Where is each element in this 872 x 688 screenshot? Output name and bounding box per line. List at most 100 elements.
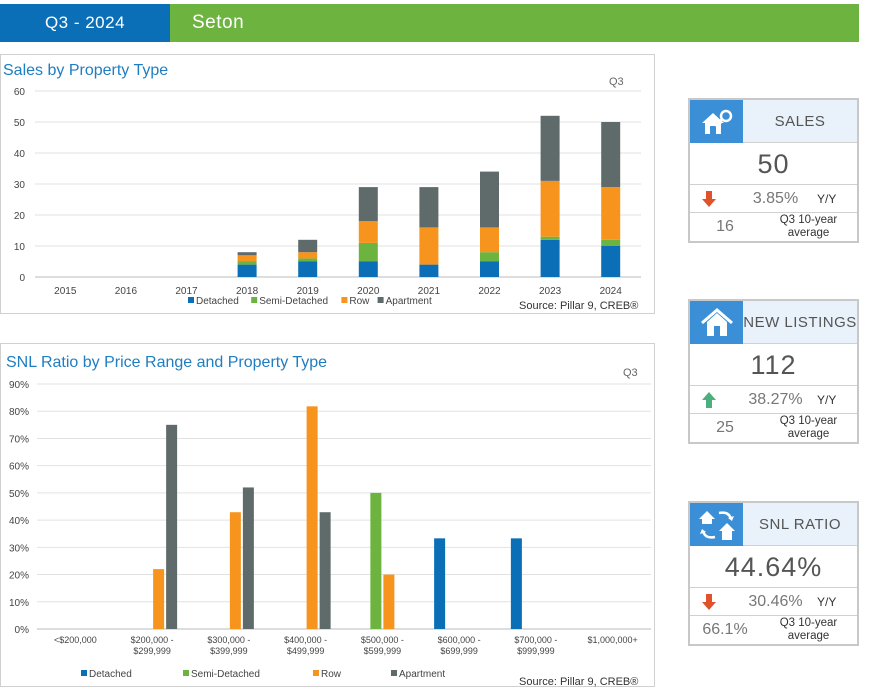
kpi-sales-avg-label: Q3 10-year average	[779, 214, 838, 239]
snl-y-tick-label: 20%	[9, 571, 29, 582]
sales-bar-detached	[601, 246, 621, 277]
sales-x-tick-label: 2022	[478, 286, 501, 297]
sales-bar-apartment	[480, 171, 499, 228]
sales-x-tick-label: 2024	[600, 286, 623, 297]
kpi-new-listings-value: 112	[690, 344, 857, 386]
snl-legend-swatch	[313, 670, 319, 676]
snl-bar-row	[383, 574, 395, 629]
sales-bar-apartment	[419, 187, 439, 228]
sales-bar-apartment	[298, 239, 318, 253]
kpi-card-new-listings: NEW LISTINGS 112 38.27% Y/Y 25 Q3 10-yea…	[688, 299, 859, 444]
snl-y-tick-label: 40%	[9, 516, 29, 527]
kpi-sales-value: 50	[690, 143, 857, 185]
sales-legend-swatch	[341, 297, 348, 303]
sales-bar-detached	[358, 261, 378, 277]
sales-bar-apartment	[358, 187, 378, 222]
snl-x-tick-label: $499,999	[287, 646, 325, 656]
snl-x-tick-label: $1,000,000+	[587, 635, 637, 645]
snl-bar-semi-detached	[370, 492, 382, 629]
sales-y-tick-label: 60	[14, 87, 26, 98]
kpi-sales-yoy: 3.85%	[752, 189, 799, 207]
sales-bar-apartment	[601, 122, 621, 188]
sales-chart: Sales by Property Type Q3 Source: Pillar…	[3, 62, 641, 312]
snl-y-tick-label: 50%	[9, 489, 29, 500]
snl-bar-row	[229, 512, 241, 629]
sales-bar-row	[419, 227, 439, 265]
snl-chart: SNL Ratio by Price Range and Property Ty…	[6, 354, 651, 688]
arrow-up-icon	[690, 391, 728, 409]
sales-bar-detached	[237, 264, 257, 277]
snl-x-tick-label: $699,999	[440, 646, 478, 656]
arrow-down-icon	[690, 190, 728, 208]
snl-bar-row	[306, 406, 318, 629]
snl-bar-row	[153, 569, 165, 629]
sales-bar-detached	[540, 239, 560, 277]
kpi-card-snl-ratio: SNL RATIO 44.64% 30.46% Y/Y 66.1% Q3 10-…	[688, 501, 859, 646]
house-key-icon	[690, 100, 743, 143]
sales-y-tick-label: 50	[14, 118, 26, 129]
sales-y-tick-label: 10	[14, 242, 26, 253]
sales-x-tick-label: 2015	[54, 286, 77, 297]
sales-y-tick-label: 30	[14, 180, 26, 191]
snl-y-tick-label: 30%	[9, 543, 29, 554]
kpi-new-listings-avg-value: 25	[716, 419, 734, 436]
snl-x-tick-label: $999,999	[517, 646, 555, 656]
kpi-snl-label: SNL RATIO	[743, 503, 857, 545]
kpi-snl-avg-value: 66.1%	[702, 621, 748, 638]
snl-y-tick-label: 10%	[9, 598, 29, 609]
sales-bar-detached	[298, 261, 318, 277]
snl-legend-swatch	[81, 670, 87, 676]
sales-x-tick-label: 2017	[175, 286, 198, 297]
sales-bar-apartment	[540, 115, 560, 181]
report-header: Q3 - 2024 Seton	[0, 4, 859, 42]
snl-x-tick-label: $700,000 -	[514, 635, 557, 645]
sales-bar-row	[298, 252, 318, 259]
kpi-snl-yoy: 30.46%	[748, 592, 803, 610]
snl-legend-swatch	[183, 670, 189, 676]
arrow-down-icon	[690, 593, 728, 611]
snl-x-tick-label: $600,000 -	[438, 635, 481, 645]
sales-chart-panel: Sales by Property Type Q3 Source: Pillar…	[0, 54, 655, 314]
snl-chart-source: Source: Pillar 9, CREB®	[519, 676, 638, 688]
sales-bar-semi-detached	[237, 261, 257, 265]
sales-bar-row	[601, 187, 621, 240]
snl-x-tick-label: $500,000 -	[361, 635, 404, 645]
snl-y-tick-label: 80%	[9, 407, 29, 418]
snl-bar-detached	[434, 538, 446, 629]
snl-chart-panel: SNL Ratio by Price Range and Property Ty…	[0, 343, 655, 688]
community-name: Seton	[170, 4, 859, 42]
snl-x-tick-label: <$200,000	[54, 635, 97, 645]
sales-legend-label: Semi-Detached	[259, 296, 328, 307]
sales-legend-label: Row	[349, 296, 370, 307]
sales-bar-semi-detached	[358, 242, 378, 262]
kpi-new-listings-yoy-label: Y/Y	[817, 392, 837, 407]
kpi-sales-label: SALES	[743, 100, 857, 142]
sales-bar-semi-detached	[540, 236, 560, 240]
sales-bar-row	[237, 255, 257, 262]
snl-y-tick-label: 90%	[9, 380, 29, 391]
snl-bar-apartment	[319, 512, 331, 629]
sales-bar-semi-detached	[480, 252, 499, 262]
kpi-snl-yoy-label: Y/Y	[817, 594, 837, 609]
sales-legend-swatch	[377, 297, 384, 303]
sales-bar-row	[480, 227, 499, 253]
sales-legend-swatch	[251, 297, 258, 303]
sales-bar-detached	[419, 264, 439, 277]
snl-x-tick-label: $299,999	[133, 646, 171, 656]
snl-bar-apartment	[242, 487, 254, 629]
sales-bar-row	[358, 221, 378, 243]
snl-x-tick-label: $200,000 -	[131, 635, 174, 645]
snl-bar-apartment	[166, 424, 178, 629]
kpi-card-sales: SALES 50 3.85% Y/Y 16 Q3 10-year average	[688, 98, 859, 243]
kpi-new-listings-yoy: 38.27%	[748, 390, 803, 408]
sales-x-tick-label: 2016	[115, 286, 138, 297]
snl-legend-label: Semi-Detached	[191, 669, 260, 680]
snl-legend-label: Row	[321, 669, 342, 680]
kpi-snl-value: 44.64%	[690, 546, 857, 588]
snl-legend-swatch	[391, 670, 397, 676]
sales-legend-swatch	[188, 297, 194, 303]
snl-x-tick-label: $300,000 -	[207, 635, 250, 645]
snl-legend-label: Detached	[89, 669, 132, 680]
snl-legend-label: Apartment	[399, 669, 445, 680]
sales-x-tick-label: 2023	[539, 286, 562, 297]
